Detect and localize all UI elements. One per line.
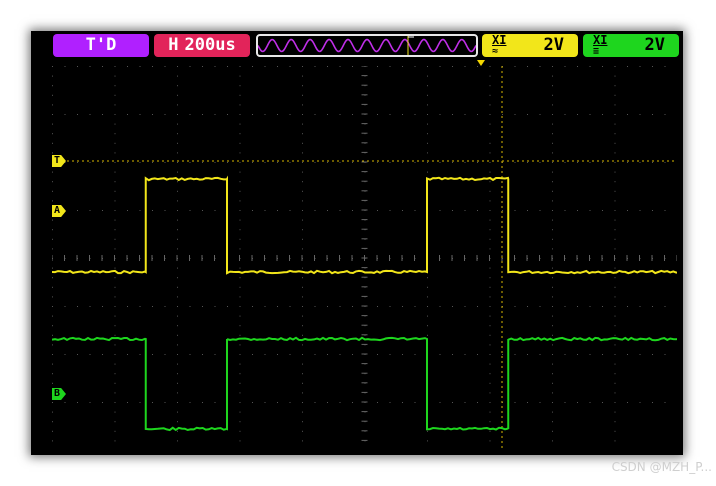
- mode-label: T'D: [85, 35, 117, 55]
- ch1-coupling-icon: ≈: [492, 46, 499, 57]
- watermark: CSDN @MZH_P...: [611, 460, 712, 474]
- timebase-value: 200us: [184, 35, 236, 55]
- timebase-prefix: H: [168, 35, 179, 55]
- ch1-coupling-symbol: XI: [492, 33, 507, 47]
- oscilloscope-display: T'D H 200us XI ≈ 2V XI ≡ 2V T A B: [31, 31, 683, 455]
- timebase-indicator: H 200us: [154, 34, 250, 57]
- mode-indicator: T'D: [53, 34, 149, 57]
- ch1-volts-div: 2V: [543, 35, 564, 55]
- ch2-coupling-icon: ≡: [593, 46, 600, 57]
- ch1-indicator: XI ≈ 2V: [482, 34, 578, 57]
- graticule: [52, 66, 677, 450]
- ch2-indicator: XI ≡ 2V: [583, 34, 679, 57]
- waveform-screen: T A B: [52, 66, 677, 450]
- ch2-marker-label: B: [54, 388, 61, 399]
- ch2-trace: [52, 336, 677, 432]
- ch2-coupling-symbol: XI: [593, 33, 608, 47]
- waveform-overview: [256, 34, 478, 57]
- ch2-volts-div: 2V: [644, 35, 665, 55]
- overview-wave-icon: [257, 36, 477, 55]
- ch1-marker-label: A: [54, 205, 61, 216]
- trigger-marker-label: T: [54, 155, 61, 166]
